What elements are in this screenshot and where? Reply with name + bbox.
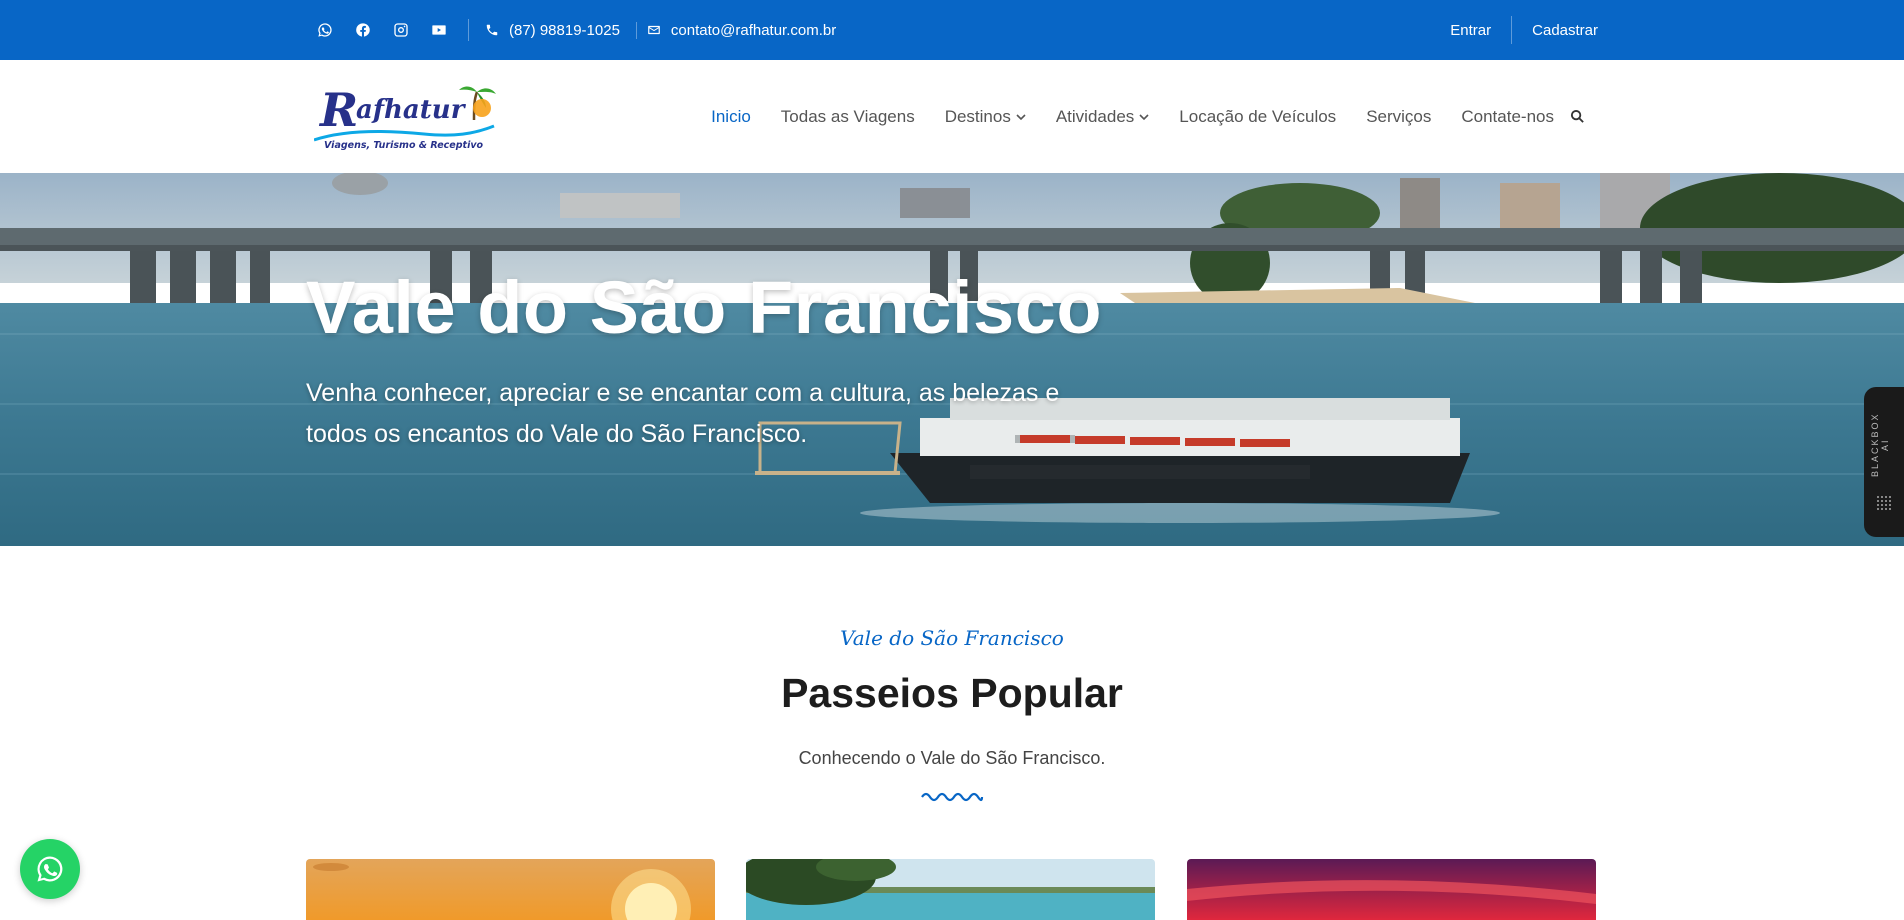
tour-card-image xyxy=(306,859,715,920)
whatsapp-floating-button[interactable] xyxy=(20,839,80,899)
main-nav: Inicio Todas as Viagens Destinos Ativida… xyxy=(681,60,1586,173)
section-script-title: Vale do São Francisco xyxy=(840,626,1064,650)
phone-link[interactable]: (87) 98819-1025 xyxy=(485,22,620,39)
svg-text:R: R xyxy=(318,83,358,137)
tour-card[interactable] xyxy=(1187,859,1596,920)
email-address: contato@rafhatur.com.br xyxy=(670,21,837,39)
search-icon[interactable] xyxy=(1570,109,1586,125)
nav-item-locacao[interactable]: Locação de Veículos xyxy=(1179,107,1336,127)
mail-icon xyxy=(648,25,660,35)
instagram-icon[interactable] xyxy=(382,0,420,60)
phone-icon xyxy=(486,24,498,36)
hero-banner: Vale do São Francisco Venha conhecer, ap… xyxy=(0,173,1904,546)
svg-text:Viagens, Turismo & Receptivo: Viagens, Turismo & Receptivo xyxy=(324,140,484,151)
email-link[interactable]: contato@rafhatur.com.br xyxy=(635,21,837,39)
nav-item-todas-as-viagens[interactable]: Todas as Viagens xyxy=(781,107,915,127)
hero-background-image xyxy=(0,173,1904,546)
tour-card-image xyxy=(1187,859,1596,920)
nav-item-servicos[interactable]: Serviços xyxy=(1366,107,1431,127)
hero-title: Vale do São Francisco xyxy=(306,266,1103,349)
whatsapp-icon xyxy=(37,856,63,882)
youtube-icon[interactable] xyxy=(420,0,458,60)
divider xyxy=(468,19,469,41)
contact-info: (87) 98819-1025 contato@rafhatur.com.br xyxy=(485,21,837,39)
chevron-down-icon xyxy=(1139,113,1149,120)
tour-card[interactable] xyxy=(746,859,1155,920)
popular-tours-section: Vale do São Francisco Passeios Popular C… xyxy=(0,546,1904,920)
whatsapp-icon[interactable] xyxy=(306,0,344,60)
tour-card[interactable] xyxy=(306,859,715,920)
svg-text:afhatur: afhatur xyxy=(356,95,467,125)
wave-divider-icon xyxy=(921,792,984,802)
top-bar-inner: (87) 98819-1025 contato@rafhatur.com.br … xyxy=(306,0,1598,60)
divider xyxy=(1511,16,1513,44)
main-header: R afhatur Viagens, Turismo & Receptivo I… xyxy=(0,60,1904,173)
phone-number: (87) 98819-1025 xyxy=(509,21,620,39)
section-subtitle: Conhecendo o Vale do São Francisco. xyxy=(798,748,1106,768)
social-links xyxy=(306,0,458,60)
nav-item-inicio[interactable]: Inicio xyxy=(711,107,751,127)
tour-cards xyxy=(306,859,1596,920)
hero-subtitle: Venha conhecer, apreciar e se encantar c… xyxy=(306,379,1060,448)
tour-card-image xyxy=(746,859,1155,920)
nav-item-destinos[interactable]: Destinos xyxy=(945,107,1026,127)
facebook-icon[interactable] xyxy=(344,0,382,60)
chevron-down-icon xyxy=(1016,113,1026,120)
site-logo[interactable]: R afhatur Viagens, Turismo & Receptivo xyxy=(313,82,498,152)
blackbox-side-tab[interactable]: BLACKBOX AI xyxy=(1864,387,1904,537)
login-link[interactable]: Entrar xyxy=(1450,22,1491,39)
register-link[interactable]: Cadastrar xyxy=(1532,22,1598,39)
auth-links: Entrar Cadastrar xyxy=(1450,16,1598,44)
top-bar: (87) 98819-1025 contato@rafhatur.com.br … xyxy=(0,0,1904,60)
blackbox-icon xyxy=(1877,496,1891,510)
nav-item-contate-nos[interactable]: Contate-nos xyxy=(1461,107,1554,127)
blackbox-label: BLACKBOX AI xyxy=(1870,412,1890,478)
section-title: Passeios Popular xyxy=(781,670,1123,716)
nav-item-atividades[interactable]: Atividades xyxy=(1056,107,1149,127)
